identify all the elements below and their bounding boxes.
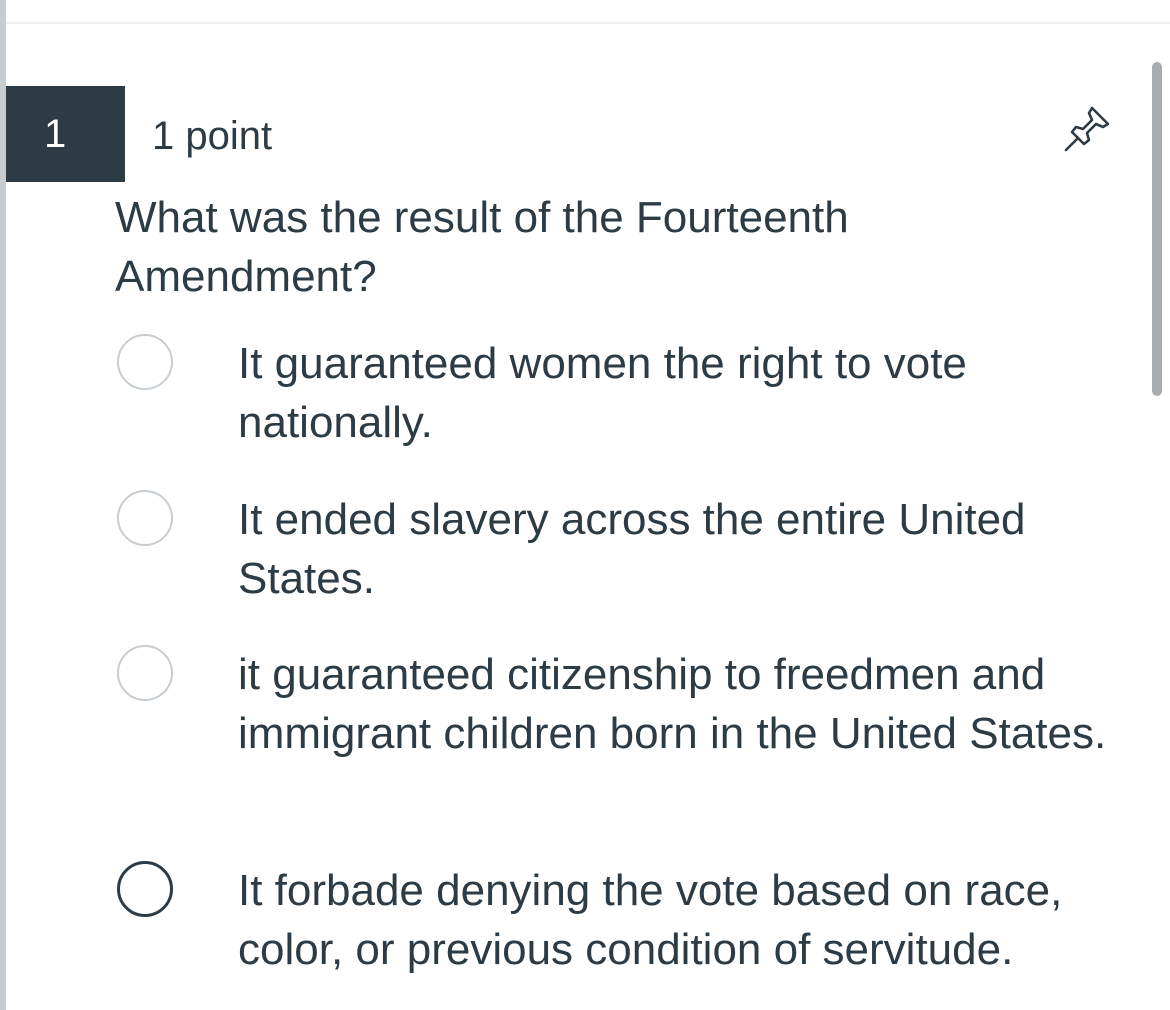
answer-option-2[interactable]: It ended slavery across the entire Unite… [115,490,1115,610]
question-text: What was the result of the Fourteenth Am… [115,193,849,301]
answer-text: It guaranteed women the right to vote na… [238,339,967,447]
answer-option-3[interactable]: it guaranteed citizenship to freedmen an… [115,645,1115,825]
scrollbar-thumb[interactable] [1152,62,1162,396]
answer-text: It forbade denying the vote based on rac… [238,866,1063,974]
answer-option-4[interactable]: It forbade denying the vote based on rac… [115,861,1115,986]
question-number-badge: 1 [6,86,125,182]
radio-button[interactable] [117,861,173,917]
answer-text: it guaranteed citizenship to freedmen an… [238,650,1107,758]
question-points: 1 point [152,114,273,158]
radio-button[interactable] [117,645,173,701]
pin-icon[interactable] [1060,100,1116,156]
pushpin-icon [1064,106,1110,152]
top-divider [6,22,1170,24]
answer-text: It ended slavery across the entire Unite… [238,495,1026,603]
answer-option-1[interactable]: It guaranteed women the right to vote na… [115,334,1115,454]
quiz-page: 1 1 point What was the result of the Fou… [0,0,1170,1010]
radio-button[interactable] [117,334,173,390]
radio-button[interactable] [117,490,173,546]
